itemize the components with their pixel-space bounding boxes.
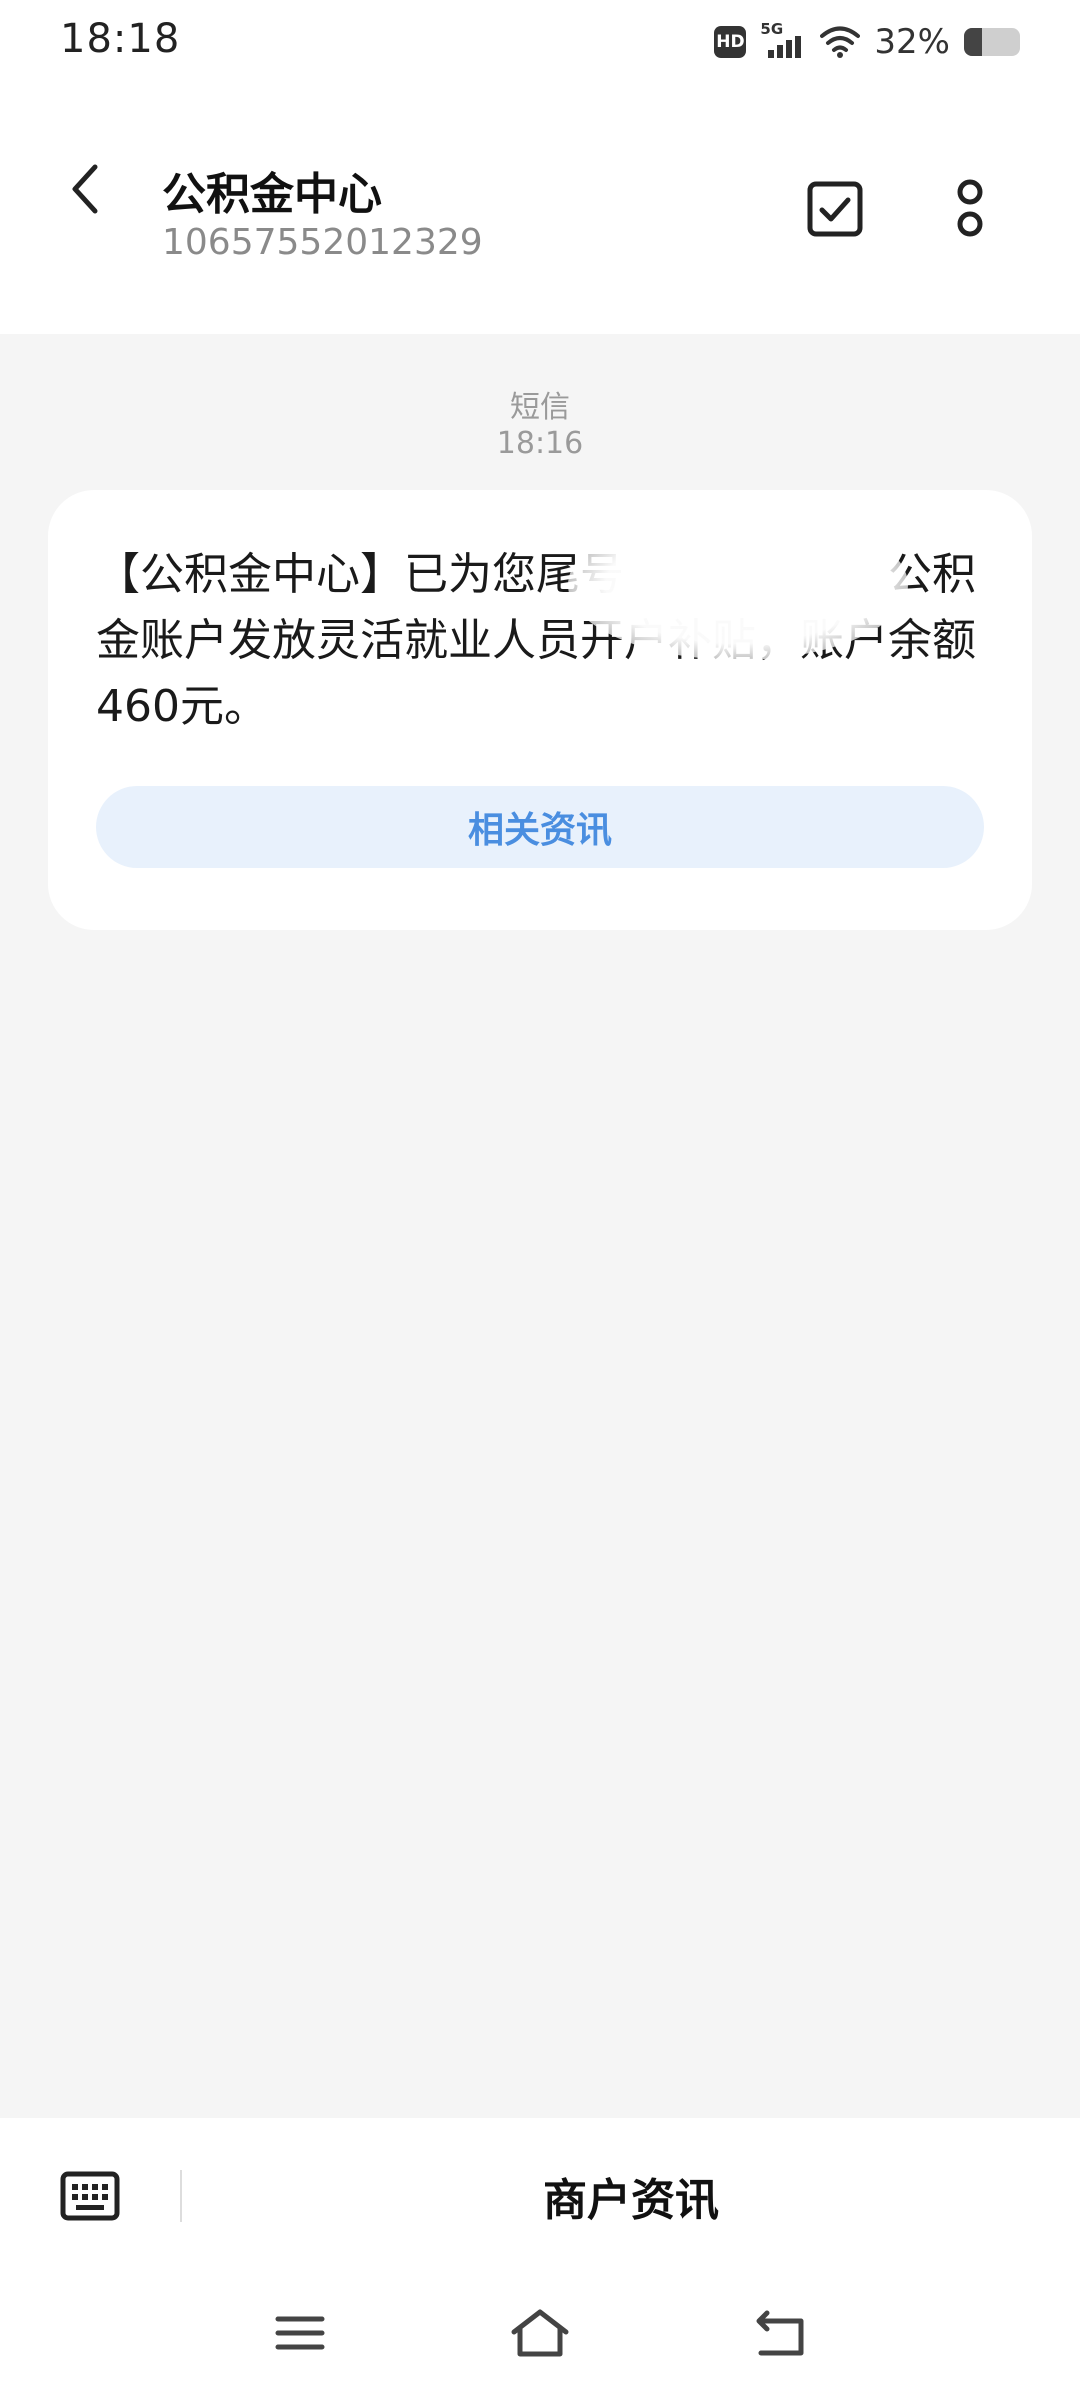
home-icon (511, 2309, 569, 2357)
battery-percent: 32% (874, 22, 950, 62)
message-type-label: 短信 (510, 390, 570, 425)
status-time: 18:18 (60, 16, 181, 62)
back-button[interactable] (50, 144, 120, 234)
system-navigation-bar (0, 2278, 1080, 2400)
bottom-bar: 商户资讯 (0, 2118, 1080, 2278)
contact-name: 公积金中心 (162, 169, 382, 220)
status-icons: HD 5G 32% (714, 18, 1020, 66)
chevron-left-icon (72, 164, 98, 214)
hd-icon: HD (714, 26, 747, 58)
select-button[interactable] (800, 174, 870, 244)
message-bubble[interactable]: 【公积金中心】已为您尾号 公积金账户发放灵活就业人员开户补贴，账户余额460元。… (48, 490, 1032, 930)
back-nav-button[interactable] (740, 2298, 820, 2368)
signal-icon: 5G (760, 20, 806, 60)
conversation-area[interactable]: 短信 18:16 【公积金中心】已为您尾号 公积金账户发放灵活就业人员开户补贴，… (0, 334, 1080, 2118)
keyboard-button[interactable] (56, 2166, 124, 2226)
recent-apps-button[interactable] (260, 2298, 340, 2368)
checkbox-icon (807, 181, 863, 237)
message-timestamp: 18:16 (496, 426, 584, 461)
wifi-icon (820, 26, 861, 58)
battery-level (964, 28, 982, 56)
status-bar: 18:18 HD 5G 32% (0, 0, 1080, 84)
back-icon (756, 2310, 804, 2356)
merchant-info-button[interactable]: 商户资讯 (182, 2158, 1080, 2234)
battery-icon (964, 28, 1020, 56)
contact-number: 10657552012329 (162, 222, 483, 263)
more-vertical-icon (957, 179, 983, 237)
keyboard-icon (60, 2171, 120, 2221)
conversation-header: 公积金中心 10657552012329 (0, 84, 1080, 334)
menu-icon (275, 2316, 325, 2350)
related-info-button[interactable]: 相关资讯 (96, 786, 984, 868)
redaction-smudge (568, 510, 908, 660)
more-button[interactable] (940, 174, 1000, 244)
home-button[interactable] (500, 2298, 580, 2368)
